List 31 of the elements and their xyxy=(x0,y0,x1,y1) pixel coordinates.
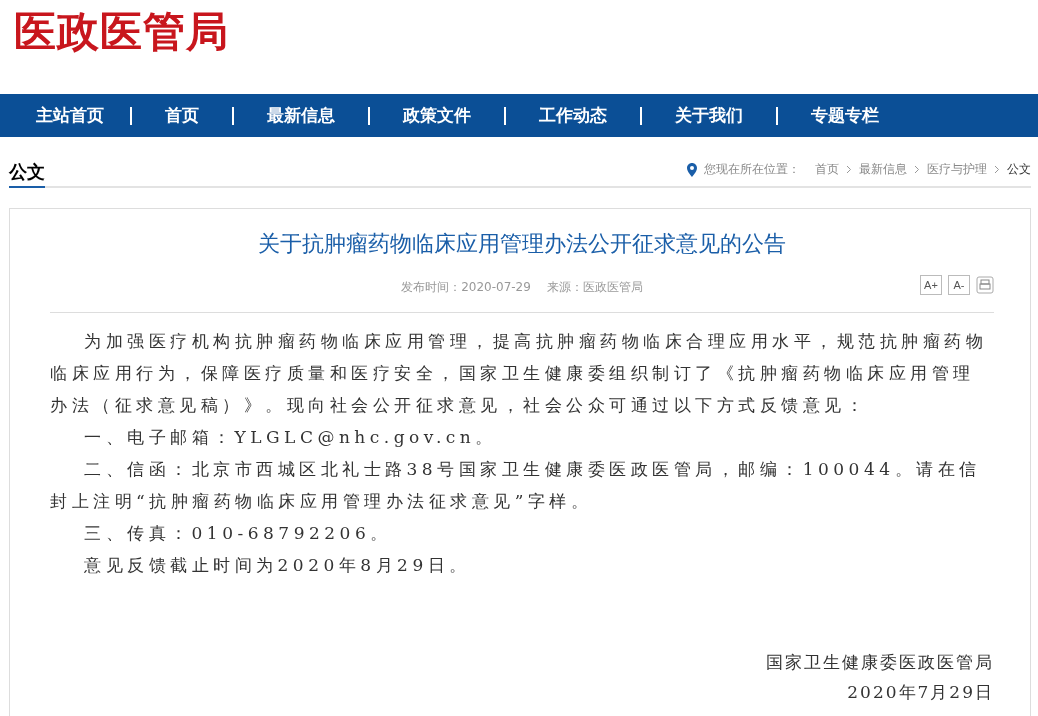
chevron-icon xyxy=(846,165,852,174)
nav-link[interactable]: 首页 xyxy=(165,104,232,127)
article-paragraph: 为加强医疗机构抗肿瘤药物临床应用管理，提高抗肿瘤药物临床合理应用水平，规范抗肿瘤药物临床应用行为，保障医疗质量和医疗安全，国家卫生健康委组织制订了《抗肿瘤药物临床应用管理办法（征求意见稿）》。现向社会公开征求意见，社会公众可通过以下方式反馈意见： xyxy=(50,330,988,417)
signature-line: 2020年7月29日 xyxy=(846,681,994,704)
article-meta: 发布时间：2020-07-29 xyxy=(401,279,531,296)
font-size-button[interactable]: A- xyxy=(948,275,970,295)
breadcrumb-link[interactable]: 医疗与护理 xyxy=(927,161,987,178)
article-paragraph: 一、电子邮箱：YLGLC@nhc.gov.cn。 xyxy=(83,426,498,449)
chevron-icon xyxy=(914,165,920,174)
section-title: 公文 xyxy=(9,160,45,188)
nav-link[interactable]: 政策文件 xyxy=(403,104,504,127)
breadcrumb-link[interactable]: 公文 xyxy=(1007,161,1031,178)
location-pin-icon xyxy=(687,162,697,177)
signature-line: 国家卫生健康委医政医管局 xyxy=(765,651,994,674)
chevron-icon xyxy=(994,165,1000,174)
article-paragraph: 三、传真：010-68792206。 xyxy=(83,522,393,545)
article-paragraph: 二、信函：北京市西城区北礼士路38号国家卫生健康委医政医管局，邮编：100044。请在信封上注明“抗肿瘤药物临床应用管理办法征求意见”字样。 xyxy=(50,458,982,513)
site-logo[interactable]: 医政医管局 xyxy=(14,6,229,58)
breadcrumb-label: 您现在所在位置： xyxy=(704,161,800,178)
article-meta: 来源：医政医管局 xyxy=(546,279,643,296)
nav-link[interactable]: 主站首页 xyxy=(36,104,130,127)
nav-link[interactable]: 关于我们 xyxy=(675,104,776,127)
nav-link[interactable]: 最新信息 xyxy=(267,104,368,127)
article-paragraph: 意见反馈截止时间为2020年8月29日。 xyxy=(83,554,472,577)
article-title: 关于抗肿瘤药物临床应用管理办法公开征求意见的公告 xyxy=(257,230,787,258)
print-icon[interactable] xyxy=(976,276,994,294)
font-size-button[interactable]: A+ xyxy=(920,275,942,295)
nav-link[interactable]: 工作动态 xyxy=(539,104,640,127)
nav-link[interactable]: 专题专栏 xyxy=(811,104,912,127)
breadcrumb-link[interactable]: 最新信息 xyxy=(859,161,907,178)
breadcrumb-link[interactable]: 首页 xyxy=(815,161,839,178)
